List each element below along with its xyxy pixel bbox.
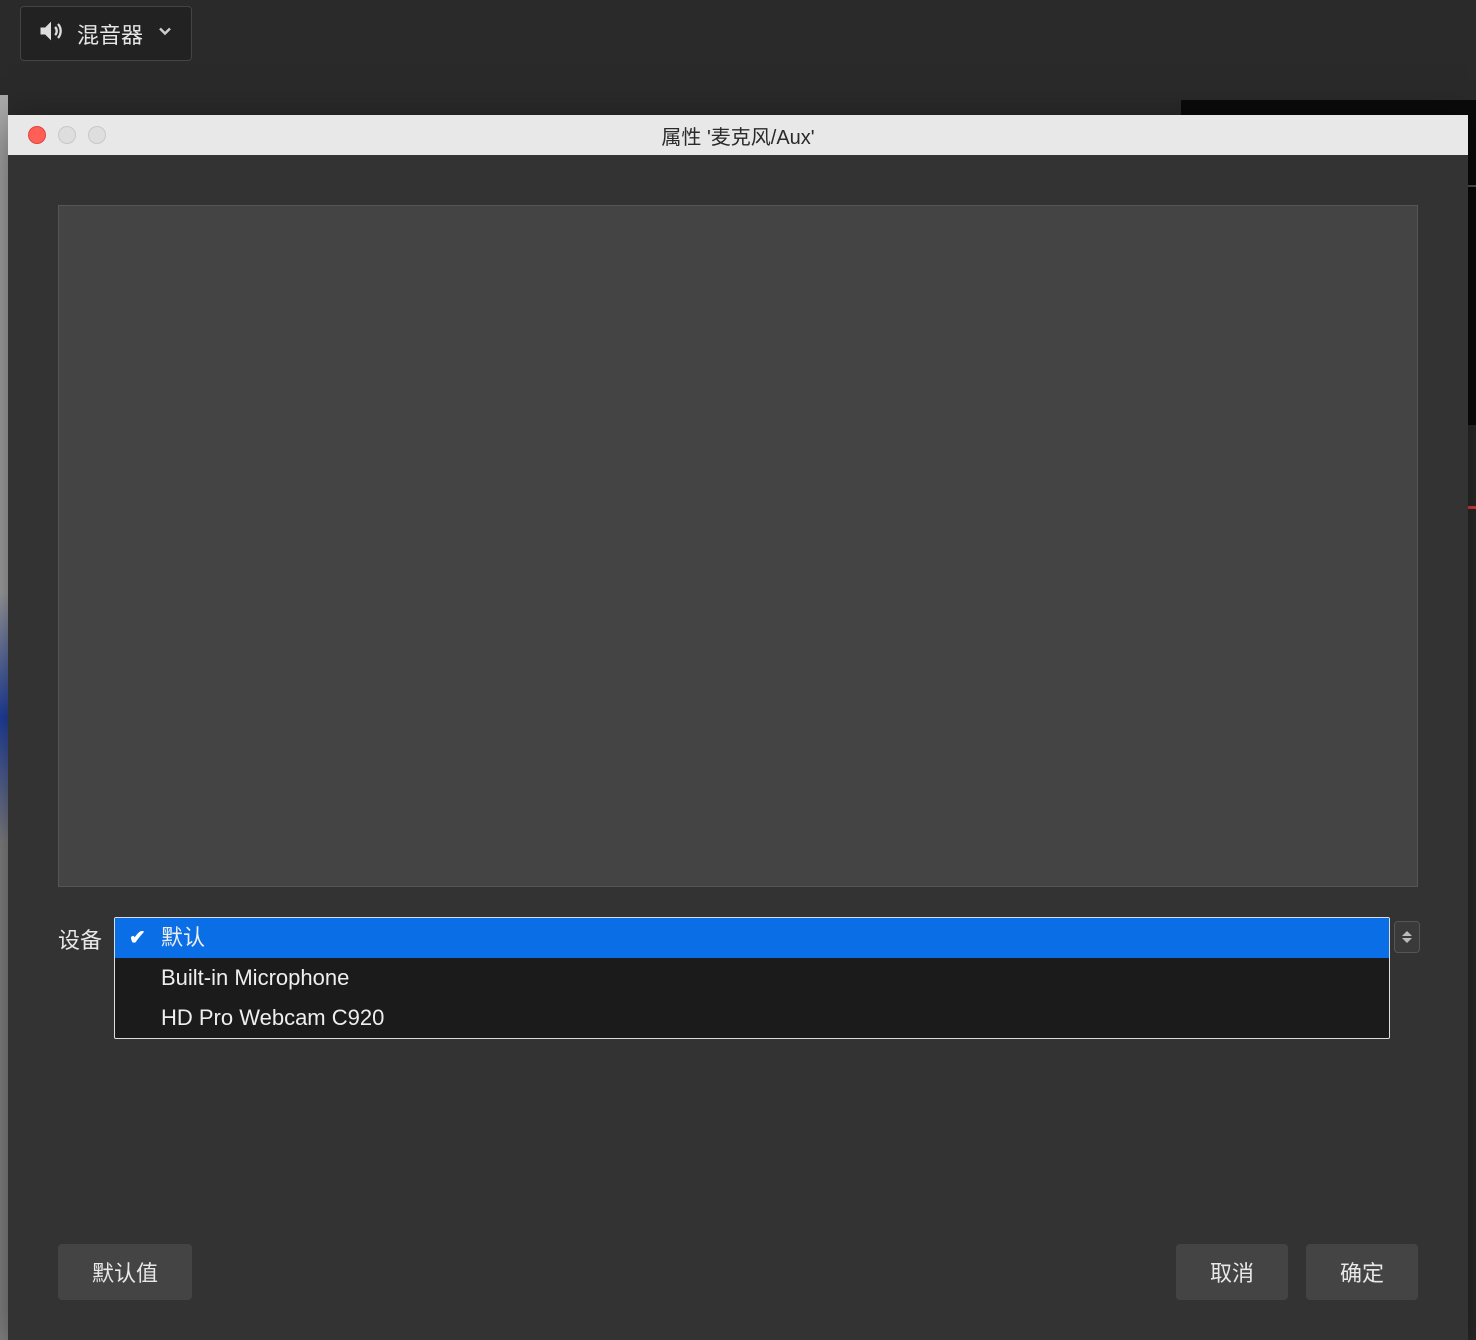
dialog-body: 设备 ✔ 默认 Built-in Microphone HD Pro Webca… xyxy=(8,155,1468,1244)
dropdown-item-label: Built-in Microphone xyxy=(161,965,349,990)
dropdown-item-label: HD Pro Webcam C920 xyxy=(161,1005,384,1030)
close-icon[interactable] xyxy=(28,126,46,144)
select-stepper-icon[interactable] xyxy=(1394,921,1420,953)
dialog-footer: 默认值 取消 确定 xyxy=(8,1244,1468,1340)
dialog-title: 属性 '麦克风/Aux' xyxy=(8,121,1468,150)
preview-area xyxy=(58,205,1418,887)
device-label: 设备 xyxy=(58,917,112,955)
traffic-lights xyxy=(8,126,106,144)
dropdown-item-default[interactable]: ✔ 默认 xyxy=(115,918,1389,958)
cancel-button[interactable]: 取消 xyxy=(1176,1244,1288,1300)
dropdown-item-label: 默认 xyxy=(161,925,205,950)
properties-dialog: 属性 '麦克风/Aux' 设备 ✔ 默认 Built-in Microphone xyxy=(8,115,1468,1340)
checkmark-icon: ✔ xyxy=(129,923,146,953)
chevron-down-icon xyxy=(155,21,175,46)
dropdown-item-hd-webcam[interactable]: HD Pro Webcam C920 xyxy=(115,998,1389,1038)
ok-button[interactable]: 确定 xyxy=(1306,1244,1418,1300)
mixer-dropdown[interactable]: 混音器 xyxy=(20,6,192,61)
dropdown-item-builtin-mic[interactable]: Built-in Microphone xyxy=(115,958,1389,998)
speaker-icon xyxy=(37,17,65,50)
maximize-icon[interactable] xyxy=(88,126,106,144)
editor-bg-stripe xyxy=(0,95,8,1340)
defaults-button[interactable]: 默认值 xyxy=(58,1244,192,1300)
device-dropdown-menu: ✔ 默认 Built-in Microphone HD Pro Webcam C… xyxy=(114,917,1390,1039)
titlebar[interactable]: 属性 '麦克风/Aux' xyxy=(8,115,1468,155)
minimize-icon[interactable] xyxy=(58,126,76,144)
device-row: 设备 ✔ 默认 Built-in Microphone HD Pro Webca… xyxy=(58,917,1418,955)
top-toolbar: 混音器 xyxy=(0,0,1476,95)
mixer-label: 混音器 xyxy=(77,18,143,50)
